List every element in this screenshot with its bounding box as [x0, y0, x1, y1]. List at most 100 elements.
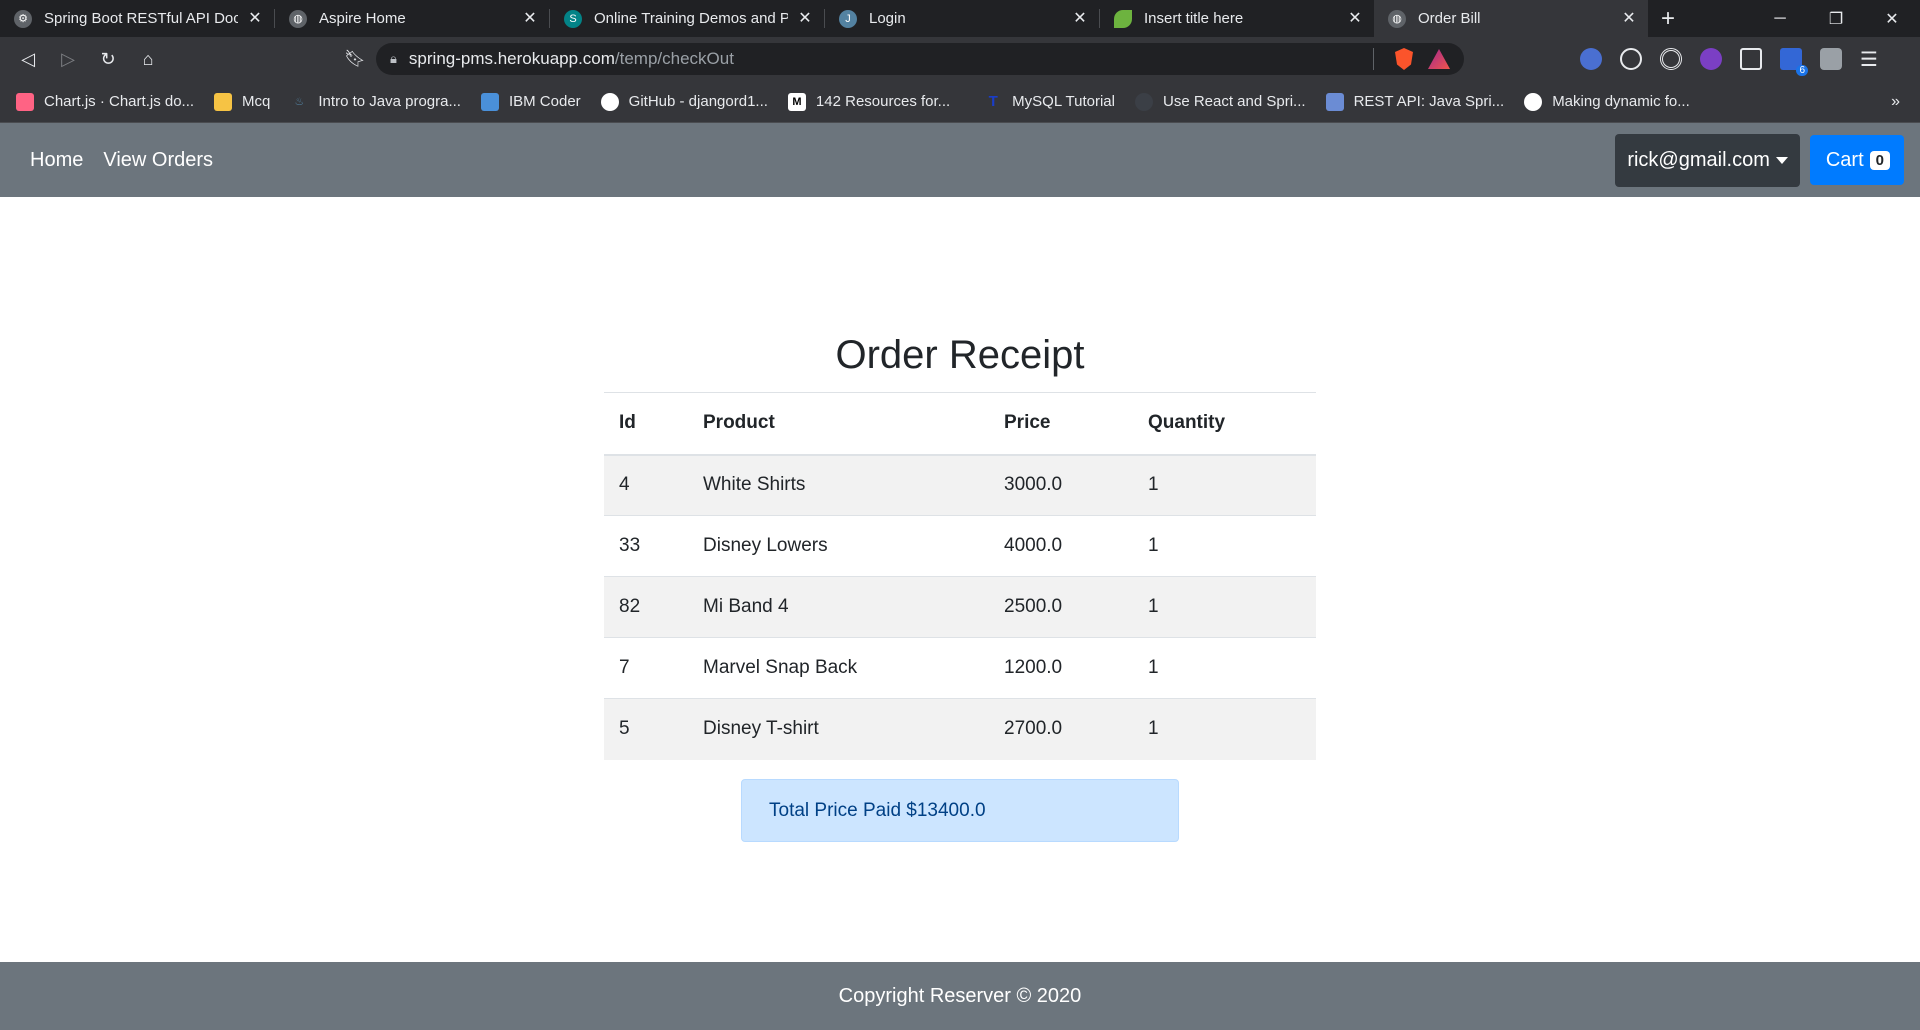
tab-title: Spring Boot RESTful API Documentation: [44, 10, 238, 27]
swagger-icon: ⚙: [14, 9, 32, 28]
browser-tab[interactable]: ◍ Aspire Home ✕: [275, 0, 549, 37]
cell-product: Disney Lowers: [688, 515, 989, 577]
extension-icon[interactable]: [1660, 48, 1682, 70]
react-devtools-icon[interactable]: [1620, 48, 1642, 70]
cell-price: 1200.0: [989, 637, 1133, 699]
cart-count-badge: 0: [1869, 150, 1890, 170]
window-controls: ─ ❐ ✕: [1752, 0, 1920, 37]
reload-icon[interactable]: ↻: [88, 37, 128, 81]
nav-link-home[interactable]: Home: [30, 149, 83, 172]
menu-icon[interactable]: ☰: [1860, 47, 1878, 72]
total-price-alert: Total Price Paid $13400.0: [741, 779, 1179, 842]
minimize-icon[interactable]: ─: [1752, 0, 1808, 37]
close-icon[interactable]: ✕: [1346, 10, 1364, 28]
cell-id: 5: [604, 698, 688, 760]
mysql-icon: T: [988, 93, 998, 110]
cell-price: 2500.0: [989, 576, 1133, 638]
forward-icon[interactable]: ▷: [48, 37, 88, 81]
cell-price: 4000.0: [989, 515, 1133, 577]
address-bar[interactable]: 🔒︎ spring-pms.herokuapp.com/temp/checkOu…: [376, 43, 1464, 75]
close-icon[interactable]: ✕: [1620, 10, 1638, 28]
site-footer: Copyright Reserver © 2020: [0, 962, 1920, 1030]
lock-icon: 🔒︎: [390, 51, 397, 66]
browser-tab[interactable]: S Online Training Demos and PP ✕: [550, 0, 824, 37]
bookmark-item[interactable]: M 142 Resources for...: [787, 92, 950, 111]
globe-icon: [1524, 92, 1543, 111]
restore-icon[interactable]: ❐: [1808, 0, 1864, 37]
bookmark-item[interactable]: ♨ Intro to Java progra...: [290, 93, 461, 111]
cell-price: 2700.0: [989, 698, 1133, 760]
close-icon[interactable]: ✕: [521, 10, 539, 28]
bookmark-label: MySQL Tutorial: [1012, 93, 1115, 110]
column-header-id: Id: [604, 392, 688, 456]
browser-tab[interactable]: J Login ✕: [825, 0, 1099, 37]
extension-icon[interactable]: 6: [1780, 48, 1808, 76]
bookmark-label: Chart.js · Chart.js do...: [44, 93, 195, 110]
bookmark-label: Intro to Java progra...: [318, 93, 461, 110]
browser-tab-active[interactable]: ◍ Order Bill ✕: [1374, 0, 1648, 37]
bookmarks-overflow-button[interactable]: »: [1891, 93, 1900, 111]
java-icon: J: [839, 9, 857, 28]
cell-price: 3000.0: [989, 454, 1133, 516]
cell-id: 7: [604, 637, 688, 699]
bookmark-label: REST API: Java Spri...: [1353, 93, 1505, 110]
close-icon[interactable]: ✕: [796, 10, 814, 28]
divider: [1373, 48, 1374, 70]
bookmark-item[interactable]: Making dynamic fo...: [1524, 92, 1690, 111]
java-icon: ♨: [294, 96, 305, 108]
extension-icon[interactable]: [1740, 48, 1762, 70]
bookmark-label: Use React and Spri...: [1162, 93, 1306, 110]
browser-toolbar: ◁ ▷ ↻ ⌂ 🔖︎ 🔒︎ spring-pms.herokuapp.com/t…: [0, 37, 1920, 81]
globe-icon: ◍: [289, 9, 307, 28]
brave-shields-icon[interactable]: [1395, 48, 1413, 70]
bookmark-item[interactable]: Mcq: [214, 92, 271, 111]
back-icon[interactable]: ◁: [8, 37, 48, 81]
medium-icon: M: [787, 92, 806, 111]
table-header-row: Id Product Price Quantity: [604, 392, 1316, 456]
user-dropdown[interactable]: rick@gmail.com: [1615, 133, 1800, 187]
site-navbar: Home View Orders rick@gmail.com Cart 0: [0, 123, 1920, 197]
user-email: rick@gmail.com: [1627, 148, 1770, 171]
column-header-quantity: Quantity: [1133, 392, 1316, 456]
new-tab-button[interactable]: +: [1648, 0, 1688, 37]
bookmark-item[interactable]: IBM Coder: [480, 92, 581, 111]
bookmark-item[interactable]: Use React and Spri...: [1134, 92, 1306, 111]
browser-tab[interactable]: ⚙ Spring Boot RESTful API Documentation …: [0, 0, 274, 37]
tab-title: Insert title here: [1144, 10, 1244, 27]
table-row: 5 Disney T-shirt 2700.0 1: [604, 698, 1316, 760]
bookmarks-bar: Chart.js · Chart.js do... Mcq ♨ Intro to …: [0, 81, 1920, 123]
bookmark-icon[interactable]: 🔖︎: [338, 49, 372, 69]
bookmark-label: Making dynamic fo...: [1552, 93, 1690, 110]
bookmark-item[interactable]: T MySQL Tutorial: [984, 93, 1115, 111]
bookmark-label: Mcq: [242, 93, 271, 110]
bookmark-item[interactable]: REST API: Java Spri...: [1325, 92, 1505, 111]
home-icon[interactable]: ⌂: [128, 37, 168, 81]
extension-icon[interactable]: [1700, 48, 1722, 70]
order-table: Id Product Price Quantity 4 White Shirts…: [604, 392, 1316, 760]
bookmark-item[interactable]: Chart.js · Chart.js do...: [16, 92, 195, 111]
cell-id: 33: [604, 515, 688, 577]
extension-icon[interactable]: [1580, 48, 1602, 70]
browser-tab[interactable]: Insert title here ✕: [1100, 0, 1374, 37]
devto-icon: [1325, 92, 1344, 111]
table-row: 4 White Shirts 3000.0 1: [604, 454, 1316, 516]
cell-id: 4: [604, 454, 688, 516]
window-close-icon[interactable]: ✕: [1864, 0, 1920, 37]
spring-leaf-icon: [1114, 9, 1132, 28]
tab-title: Login: [869, 10, 906, 27]
extension-icon[interactable]: [1820, 48, 1842, 70]
brave-rewards-icon[interactable]: [1428, 49, 1450, 69]
cart-button[interactable]: Cart 0: [1809, 135, 1904, 185]
nav-link-view-orders[interactable]: View Orders: [103, 149, 213, 172]
column-header-price: Price: [989, 392, 1133, 456]
bookmark-item[interactable]: GitHub - djangord1...: [600, 92, 768, 111]
page-title: Order Receipt: [835, 333, 1085, 377]
cart-label: Cart: [1825, 148, 1864, 171]
tab-title: Online Training Demos and PP: [594, 10, 788, 27]
extensions-area: 6: [1580, 48, 1842, 76]
close-icon[interactable]: ✕: [1071, 10, 1089, 28]
cell-quantity: 1: [1133, 637, 1316, 699]
close-icon[interactable]: ✕: [246, 10, 264, 28]
sharepoint-icon: S: [564, 9, 582, 28]
cell-product: Mi Band 4: [688, 576, 989, 638]
